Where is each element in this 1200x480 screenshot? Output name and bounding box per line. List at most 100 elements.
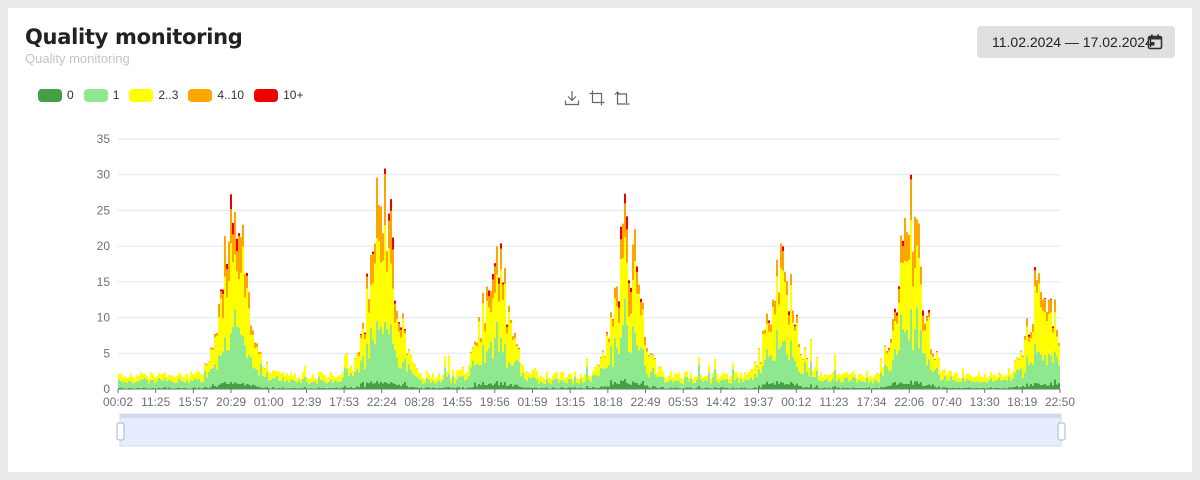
bar-segment-2-3: [782, 270, 784, 342]
bar-segment-2-3: [860, 373, 862, 382]
bar-segment-4-10: [218, 303, 220, 318]
bar-segment-4-10: [622, 223, 624, 259]
bar-segment-0: [834, 386, 836, 389]
bar-segment-2-3: [774, 314, 776, 361]
bar-segment-0: [286, 388, 288, 389]
bar-segment-0: [644, 385, 646, 389]
bar-segment-0: [166, 388, 168, 389]
bar-segment-0: [288, 388, 290, 389]
bar-segment-1: [398, 367, 400, 385]
bar-segment-1: [918, 347, 920, 384]
bar-segment-4-10: [902, 246, 904, 263]
bar-segment-2-3: [522, 365, 524, 373]
bar-segment-2-3: [190, 371, 192, 381]
bar-segment-2-3: [174, 377, 176, 384]
bar-segment-1: [928, 359, 930, 385]
bar-segment-1: [940, 380, 942, 389]
bar-segment-0: [462, 386, 464, 389]
bar-segment-1: [474, 365, 476, 383]
bar-segment-0: [544, 388, 546, 389]
bar-segment-2-3: [1034, 286, 1036, 344]
bar-segment-1: [440, 382, 442, 388]
bar-segment-0: [274, 388, 276, 389]
bar-segment-1: [492, 358, 494, 386]
bar-segment-2-3: [134, 378, 136, 383]
bar-segment-2-3: [868, 376, 870, 383]
bar-segment-0: [444, 387, 446, 389]
bar-segment-1: [340, 381, 342, 388]
bar-segment-2-3: [170, 375, 172, 381]
bar-segment-0: [172, 388, 174, 389]
zoom-slider-top-bar: [120, 414, 1061, 418]
bar-segment-2-3: [216, 335, 218, 370]
bar-segment-0: [370, 381, 372, 389]
bar-segment-2-3: [694, 376, 696, 383]
bar-segment-2-3: [464, 374, 466, 381]
x-tick-label: 22:06: [894, 395, 924, 409]
bar-segment-1: [350, 373, 352, 387]
bar-segment-0: [332, 387, 334, 389]
bar-segment-2-3: [454, 377, 456, 384]
bar-segment-2-3: [702, 378, 704, 382]
bar-segment-0: [212, 384, 214, 389]
bar-segment-1: [914, 328, 916, 382]
bar-segment-10-: [620, 226, 622, 240]
bar-segment-0: [294, 387, 296, 389]
bar-segment-2-3: [886, 353, 888, 367]
bar-segment-1: [852, 376, 854, 388]
bar-segment-4-10: [388, 220, 390, 249]
bar-segment-1: [424, 382, 426, 389]
bar-segment-1: [126, 382, 128, 389]
bar-segment-0: [496, 380, 498, 389]
bar-segment-2-3: [562, 371, 564, 381]
bar-segment-1: [1034, 343, 1036, 383]
bar-segment-0: [1000, 388, 1002, 389]
bar-segment-1: [234, 309, 236, 383]
bar-segment-0: [354, 387, 356, 389]
bar-segment-1: [208, 371, 210, 389]
bar-segment-0: [720, 387, 722, 389]
bar-segment-2-3: [442, 374, 444, 380]
bar-segment-0: [1026, 383, 1028, 389]
bar-segment-1: [936, 367, 938, 388]
bar-segment-1: [684, 376, 686, 388]
bar-segment-10-: [888, 347, 890, 349]
bar-segment-0: [984, 388, 986, 389]
bar-segment-4-10: [1050, 299, 1052, 313]
bar-segment-2-3: [956, 372, 958, 382]
bar-segment-0: [344, 385, 346, 389]
zoom-slider-handle-left[interactable]: [116, 422, 125, 441]
bar-segment-1: [554, 378, 556, 388]
bar-segment-1: [336, 381, 338, 388]
bar-segment-2-3: [910, 220, 912, 309]
bar-segment-4-10: [252, 330, 254, 335]
bar-segment-4-10: [1040, 291, 1042, 308]
bar-segment-0: [770, 383, 772, 389]
bar-segment-2-3: [626, 262, 628, 325]
bar-segment-1: [536, 379, 538, 388]
bar-segment-2-3: [808, 368, 810, 377]
bar-segment-1: [148, 383, 150, 389]
bar-segment-0: [838, 387, 840, 389]
bar-segment-2-3: [960, 378, 962, 382]
x-tick-label: 00:12: [781, 395, 811, 409]
bar-segment-0: [946, 387, 948, 389]
bar-segment-0: [814, 387, 816, 389]
bar-segment-1: [460, 376, 462, 389]
bar-segment-2-3: [982, 377, 984, 383]
bar-segment-0: [118, 387, 120, 389]
bar-segment-1: [434, 383, 436, 388]
bar-segment-1: [432, 380, 434, 388]
bar-segment-2-3: [262, 367, 264, 376]
zoom-slider-handle-right[interactable]: [1057, 422, 1066, 441]
bar-segment-0: [986, 388, 988, 389]
bar-segment-2-3: [780, 268, 782, 347]
bar-segment-0: [346, 387, 348, 389]
bar-segment-2-3: [334, 376, 336, 381]
bar-segment-2-3: [614, 298, 616, 339]
bar-segment-2-3: [548, 377, 550, 383]
bar-segment-1: [790, 341, 792, 382]
bar-segment-2-3: [962, 368, 964, 378]
bar-segment-2-3: [796, 322, 798, 367]
bar-segment-2-3: [604, 357, 606, 369]
